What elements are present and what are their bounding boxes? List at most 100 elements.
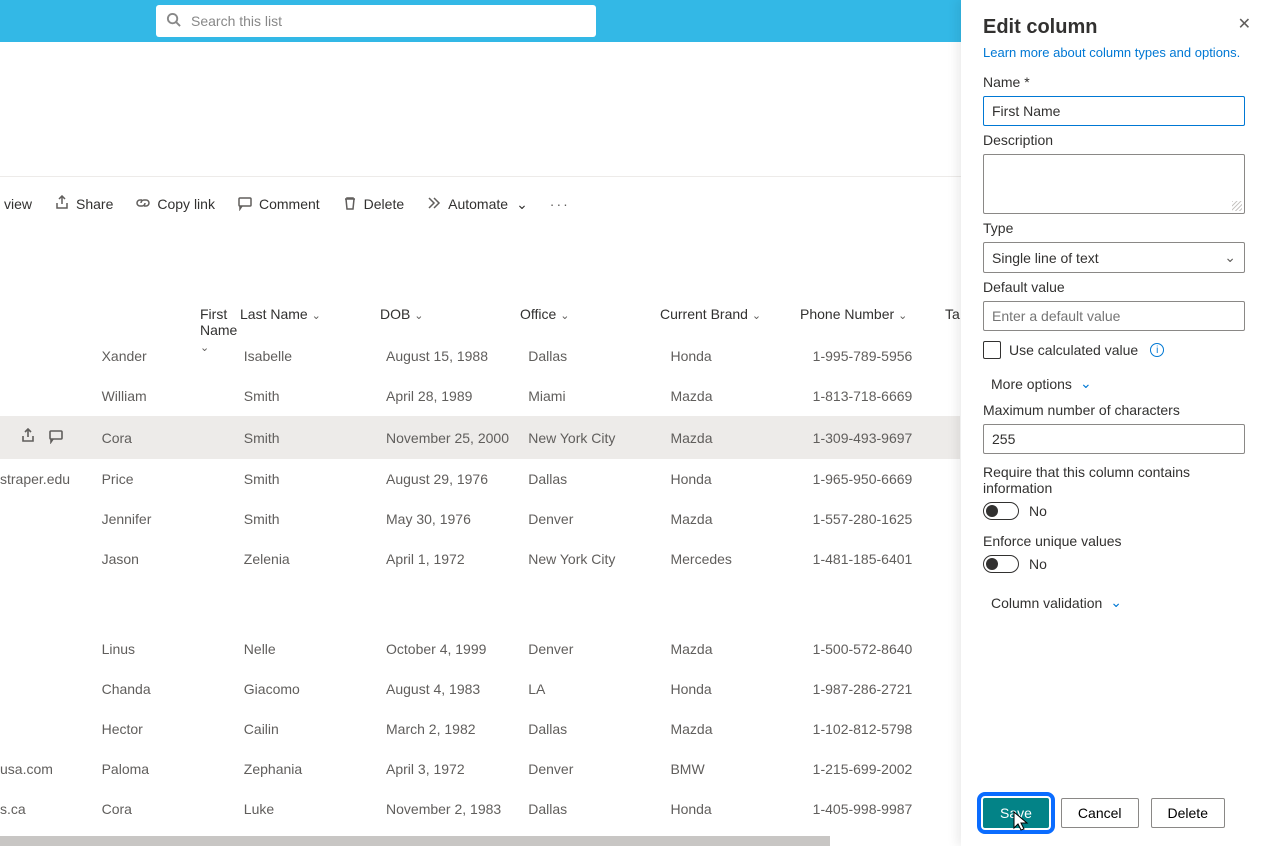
cell-phone: 1-995-789-5956 bbox=[813, 336, 960, 376]
cell-brand: Mazda bbox=[670, 709, 812, 749]
cell-last: Smith bbox=[244, 499, 386, 539]
column-phone-number[interactable]: Phone Number ⌄ bbox=[800, 306, 907, 322]
search-placeholder: Search this list bbox=[191, 13, 282, 29]
column-current-brand[interactable]: Current Brand ⌄ bbox=[660, 306, 761, 322]
description-input[interactable] bbox=[983, 154, 1245, 214]
comment-icon[interactable] bbox=[48, 428, 64, 447]
cell-office: Dallas bbox=[528, 789, 670, 829]
cell-first: Hector bbox=[102, 709, 244, 749]
chevron-down-icon: ⌄ bbox=[516, 196, 528, 213]
default-value-input[interactable] bbox=[983, 301, 1245, 331]
cell-last: Nelle bbox=[244, 629, 386, 669]
search-box[interactable]: Search this list bbox=[156, 5, 596, 37]
delete-button[interactable]: Delete bbox=[342, 195, 404, 214]
require-value: No bbox=[1029, 503, 1047, 519]
chevron-down-icon: ⌄ bbox=[1110, 594, 1122, 611]
name-input[interactable] bbox=[983, 96, 1245, 126]
cell-phone: 1-309-493-9697 bbox=[813, 416, 960, 459]
cancel-button[interactable]: Cancel bbox=[1061, 798, 1139, 828]
require-toggle[interactable]: No bbox=[983, 502, 1047, 520]
chevron-down-icon: ⌄ bbox=[414, 310, 423, 322]
require-label: Require that this column contains inform… bbox=[983, 464, 1245, 496]
cell-office: New York City bbox=[528, 539, 670, 579]
max-chars-label: Maximum number of characters bbox=[983, 402, 1245, 418]
share-button[interactable]: Share bbox=[54, 195, 113, 214]
lead-cell: s.ca bbox=[0, 789, 102, 829]
cell-brand: Mazda bbox=[670, 629, 812, 669]
cell-first: Chanda bbox=[102, 669, 244, 709]
table-row[interactable]: CoraSmithNovember 25, 2000New York CityM… bbox=[0, 416, 960, 459]
enforce-label: Enforce unique values bbox=[983, 533, 1245, 549]
chevron-down-icon: ⌄ bbox=[1080, 375, 1092, 392]
grid-view-button[interactable]: view bbox=[0, 196, 32, 212]
table-row[interactable]: ChandaGiacomoAugust 4, 1983LAHonda1-987-… bbox=[0, 669, 960, 709]
column-validation-label: Column validation bbox=[991, 595, 1102, 611]
comment-button[interactable]: Comment bbox=[237, 195, 320, 214]
cell-dob: August 4, 1983 bbox=[386, 669, 528, 709]
cell-last: Cailin bbox=[244, 709, 386, 749]
column-partial[interactable]: Ta bbox=[945, 306, 960, 322]
max-chars-input[interactable] bbox=[983, 424, 1245, 454]
table-row[interactable]: HectorCailinMarch 2, 1982DallasMazda1-10… bbox=[0, 709, 960, 749]
type-select[interactable]: Single line of text ⌄ bbox=[983, 242, 1245, 273]
cell-phone: 1-405-998-9987 bbox=[813, 789, 960, 829]
automate-button[interactable]: Automate ⌄ bbox=[426, 195, 528, 214]
copy-link-button[interactable]: Copy link bbox=[135, 195, 215, 214]
chevron-down-icon: ⌄ bbox=[1224, 249, 1236, 266]
cell-dob: May 30, 1976 bbox=[386, 499, 528, 539]
table-row[interactable]: JasonZeleniaApril 1, 1972New York CityMe… bbox=[0, 539, 960, 579]
cell-brand: Mazda bbox=[670, 376, 812, 416]
cell-first: Jason bbox=[102, 539, 244, 579]
cell-first: Jennifer bbox=[102, 499, 244, 539]
cell-brand: Honda bbox=[670, 336, 812, 376]
table-row[interactable]: WilliamSmithApril 28, 1989MiamiMazda1-81… bbox=[0, 376, 960, 416]
cell-last: Isabelle bbox=[244, 336, 386, 376]
cell-phone: 1-102-812-5798 bbox=[813, 709, 960, 749]
enforce-toggle[interactable]: No bbox=[983, 555, 1047, 573]
column-dob[interactable]: DOB ⌄ bbox=[380, 306, 423, 322]
command-bar: view Share Copy link Comment Delete Auto… bbox=[0, 186, 570, 222]
cell-first: William bbox=[102, 376, 244, 416]
column-validation-expander[interactable]: Column validation ⌄ bbox=[991, 594, 1245, 611]
close-icon[interactable]: ✕ bbox=[1238, 16, 1245, 34]
cell-dob: March 2, 1982 bbox=[386, 709, 528, 749]
enforce-value: No bbox=[1029, 556, 1047, 572]
cell-last: Smith bbox=[244, 376, 386, 416]
use-calculated-checkbox[interactable]: Use calculated value i bbox=[983, 341, 1245, 359]
cell-dob: October 4, 1999 bbox=[386, 629, 528, 669]
share-label: Share bbox=[76, 196, 113, 212]
more-options-expander[interactable]: More options ⌄ bbox=[991, 375, 1245, 392]
lead-cell bbox=[0, 376, 102, 416]
table-row[interactable]: XanderIsabelleAugust 15, 1988DallasHonda… bbox=[0, 336, 960, 376]
cell-phone: 1-500-572-8640 bbox=[813, 629, 960, 669]
delete-label: Delete bbox=[364, 196, 404, 212]
ellipsis-icon: ··· bbox=[550, 196, 570, 212]
cell-dob: August 15, 1988 bbox=[386, 336, 528, 376]
edit-column-panel: ✕ Edit column Learn more about column ty… bbox=[961, 0, 1267, 846]
lead-cell bbox=[0, 629, 102, 669]
lead-cell: usa.com bbox=[0, 749, 102, 789]
cell-office: Dallas bbox=[528, 336, 670, 376]
column-last-name[interactable]: Last Name ⌄ bbox=[240, 306, 321, 322]
lead-cell: straper.edu bbox=[0, 459, 102, 499]
info-icon[interactable]: i bbox=[1150, 343, 1164, 357]
view-partial-label: view bbox=[4, 196, 32, 212]
share-icon[interactable] bbox=[20, 428, 36, 447]
cell-last: Zelenia bbox=[244, 539, 386, 579]
table-row[interactable]: s.caCoraLukeNovember 2, 1983DallasHonda1… bbox=[0, 789, 960, 829]
table-row[interactable]: straper.eduPriceSmithAugust 29, 1976Dall… bbox=[0, 459, 960, 499]
table-row[interactable]: LinusNelleOctober 4, 1999DenverMazda1-50… bbox=[0, 629, 960, 669]
type-label: Type bbox=[983, 220, 1245, 236]
cell-phone: 1-987-286-2721 bbox=[813, 669, 960, 709]
column-office[interactable]: Office ⌄ bbox=[520, 306, 569, 322]
learn-more-link[interactable]: Learn more about column types and option… bbox=[983, 45, 1245, 60]
cell-last: Smith bbox=[244, 416, 386, 459]
cell-first: Cora bbox=[102, 789, 244, 829]
horizontal-scrollbar[interactable] bbox=[0, 836, 830, 846]
table-row[interactable]: usa.comPalomaZephaniaApril 3, 1972Denver… bbox=[0, 749, 960, 789]
cell-first: Xander bbox=[102, 336, 244, 376]
save-button[interactable]: Save bbox=[983, 798, 1049, 828]
table-row[interactable]: JenniferSmithMay 30, 1976DenverMazda1-55… bbox=[0, 499, 960, 539]
panel-delete-button[interactable]: Delete bbox=[1151, 798, 1225, 828]
more-button[interactable]: ··· bbox=[550, 196, 570, 212]
